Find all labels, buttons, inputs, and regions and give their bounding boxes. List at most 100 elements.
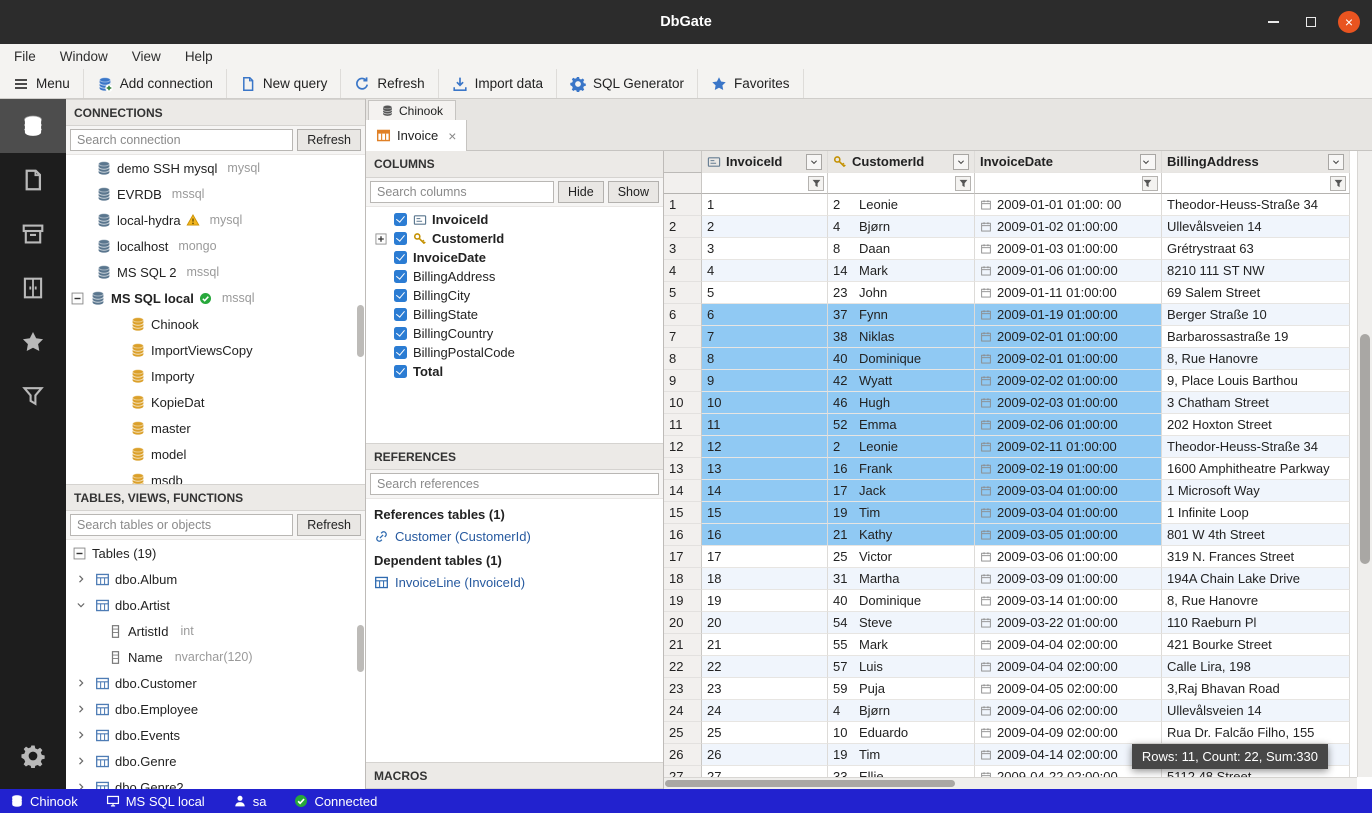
cell-billingaddress[interactable]: 801 W 4th Street [1162,524,1350,546]
cell-invoiceid[interactable]: 3 [702,238,828,260]
cell-billingaddress[interactable]: 3 Chatham Street [1162,392,1350,414]
column-row-billingaddress[interactable]: BillingAddress [366,267,663,286]
cell-billingaddress[interactable]: 1 Infinite Loop [1162,502,1350,524]
filter-funnel-button[interactable] [1330,176,1346,191]
grid-row-10[interactable]: 101046Hugh2009-02-03 01:00:003 Chatham S… [664,392,1372,414]
columns-hide-button[interactable]: Hide [558,181,604,203]
cell-invoiceid[interactable]: 5 [702,282,828,304]
cell-billingaddress[interactable]: Ullevålsveien 14 [1162,700,1350,722]
activity-files[interactable] [0,153,66,207]
grid-row-8[interactable]: 8840Dominique2009-02-01 01:00:008, Rue H… [664,348,1372,370]
column-checkbox[interactable] [394,289,407,302]
cell-invoicedate[interactable]: 2009-03-14 01:00:00 [975,590,1162,612]
cell-invoiceid[interactable]: 20 [702,612,828,634]
cell-customerid[interactable]: 37Fynn [828,304,975,326]
cell-customerid[interactable]: 8Daan [828,238,975,260]
grid-vertical-scrollbar-thumb[interactable] [1360,334,1370,564]
connection-item-ms-sql-local[interactable]: MS SQL localmssql [66,285,365,311]
cell-customerid[interactable]: 59Puja [828,678,975,700]
tab-group-chinook[interactable]: Chinook [368,100,456,120]
macros-panel-header[interactable]: MACROS [366,762,663,789]
tab-close-icon[interactable]: × [448,128,456,144]
column-checkbox[interactable] [394,251,407,264]
cell-invoiceid[interactable]: 25 [702,722,828,744]
table-item-tables-19[interactable]: Tables (19) [66,540,365,566]
cell-invoiceid[interactable]: 7 [702,326,828,348]
grid-row-19[interactable]: 191940Dominique2009-03-14 01:00:008, Rue… [664,590,1372,612]
grid-row-3[interactable]: 338Daan2009-01-03 01:00:00Grétrystraat 6… [664,238,1372,260]
cell-invoicedate[interactable]: 2009-02-01 01:00:00 [975,348,1162,370]
row-number[interactable]: 9 [664,370,702,392]
grid-row-25[interactable]: 252510Eduardo2009-04-09 02:00:00Rua Dr. … [664,722,1372,744]
cell-billingaddress[interactable]: 194A Chain Lake Drive [1162,568,1350,590]
filter-input-customerid[interactable] [828,173,975,194]
cell-billingaddress[interactable]: 1600 Amphitheatre Parkway [1162,458,1350,480]
column-header-invoiceid[interactable]: InvoiceId [702,151,828,173]
cell-customerid[interactable]: 40Dominique [828,590,975,612]
grid-row-14[interactable]: 141417Jack2009-03-04 01:00:001 Microsoft… [664,480,1372,502]
table-item-dbo-artist[interactable]: dbo.Artist [66,592,365,618]
table-item-dbo-events[interactable]: dbo.Events [66,722,365,748]
row-number[interactable]: 20 [664,612,702,634]
cell-customerid[interactable]: 2Leonie [828,436,975,458]
cell-customerid[interactable]: 54Steve [828,612,975,634]
menu-file[interactable]: File [14,49,36,64]
connections-scrollbar-thumb[interactable] [357,305,364,357]
row-number[interactable]: 4 [664,260,702,282]
cell-customerid[interactable]: 40Dominique [828,348,975,370]
search-connection-input[interactable] [70,129,293,151]
column-checkbox[interactable] [394,365,407,378]
cell-customerid[interactable]: 16Frank [828,458,975,480]
table-item-dbo-genre[interactable]: dbo.Genre [66,748,365,774]
cell-billingaddress[interactable]: 421 Bourke Street [1162,634,1350,656]
reference-link-customer-customerid[interactable]: Customer (CustomerId) [366,525,663,547]
cell-customerid[interactable]: 31Martha [828,568,975,590]
row-number[interactable]: 25 [664,722,702,744]
column-checkbox[interactable] [394,213,407,226]
cell-invoicedate[interactable]: 2009-03-05 01:00:00 [975,524,1162,546]
search-columns-input[interactable] [370,181,554,203]
row-number[interactable]: 12 [664,436,702,458]
cell-billingaddress[interactable]: Berger Straße 10 [1162,304,1350,326]
cell-customerid[interactable]: 46Hugh [828,392,975,414]
grid-row-7[interactable]: 7738Niklas2009-02-01 01:00:00Barbarossas… [664,326,1372,348]
grid-row-21[interactable]: 212155Mark2009-04-04 02:00:00421 Bourke … [664,634,1372,656]
cell-billingaddress[interactable]: Barbarossastraße 19 [1162,326,1350,348]
cell-invoicedate[interactable]: 2009-04-05 02:00:00 [975,678,1162,700]
cell-invoiceid[interactable]: 26 [702,744,828,766]
database-item-msdb[interactable]: msdb [66,467,365,484]
row-number[interactable]: 3 [664,238,702,260]
column-item-name[interactable]: Namenvarchar(120) [66,644,365,670]
cell-invoicedate[interactable]: 2009-03-04 01:00:00 [975,480,1162,502]
cell-invoicedate[interactable]: 2009-04-06 02:00:00 [975,700,1162,722]
toolbar-sql-generator[interactable]: SQL Generator [557,69,698,98]
grid-row-4[interactable]: 4414Mark2009-01-06 01:00:008210 111 ST N… [664,260,1372,282]
connection-item-evrdb[interactable]: EVRDBmssql [66,181,365,207]
grid-row-12[interactable]: 12122Leonie2009-02-11 01:00:00Theodor-He… [664,436,1372,458]
menu-help[interactable]: Help [185,49,213,64]
cell-invoiceid[interactable]: 11 [702,414,828,436]
column-checkbox[interactable] [394,232,407,245]
database-item-model[interactable]: model [66,441,365,467]
cell-invoicedate[interactable]: 2009-02-19 01:00:00 [975,458,1162,480]
cell-invoiceid[interactable]: 4 [702,260,828,282]
cell-customerid[interactable]: 21Kathy [828,524,975,546]
column-dropdown-button[interactable] [1328,154,1344,170]
cell-billingaddress[interactable]: 69 Salem Street [1162,282,1350,304]
columns-show-button[interactable]: Show [608,181,659,203]
row-number[interactable]: 18 [664,568,702,590]
grid-horizontal-scrollbar-thumb[interactable] [665,780,955,787]
cell-invoiceid[interactable]: 24 [702,700,828,722]
cell-invoicedate[interactable]: 2009-01-11 01:00:00 [975,282,1162,304]
toolbar-new-query[interactable]: New query [227,69,342,98]
cell-invoicedate[interactable]: 2009-02-06 01:00:00 [975,414,1162,436]
tab-invoice[interactable]: Invoice × [366,120,467,151]
cell-billingaddress[interactable]: 8, Rue Hanovre [1162,348,1350,370]
row-number[interactable]: 10 [664,392,702,414]
grid-row-16[interactable]: 161621Kathy2009-03-05 01:00:00801 W 4th … [664,524,1372,546]
column-checkbox[interactable] [394,270,407,283]
cell-invoiceid[interactable]: 2 [702,216,828,238]
cell-customerid[interactable]: 23John [828,282,975,304]
cell-billingaddress[interactable]: 319 N. Frances Street [1162,546,1350,568]
cell-customerid[interactable]: 25Victor [828,546,975,568]
